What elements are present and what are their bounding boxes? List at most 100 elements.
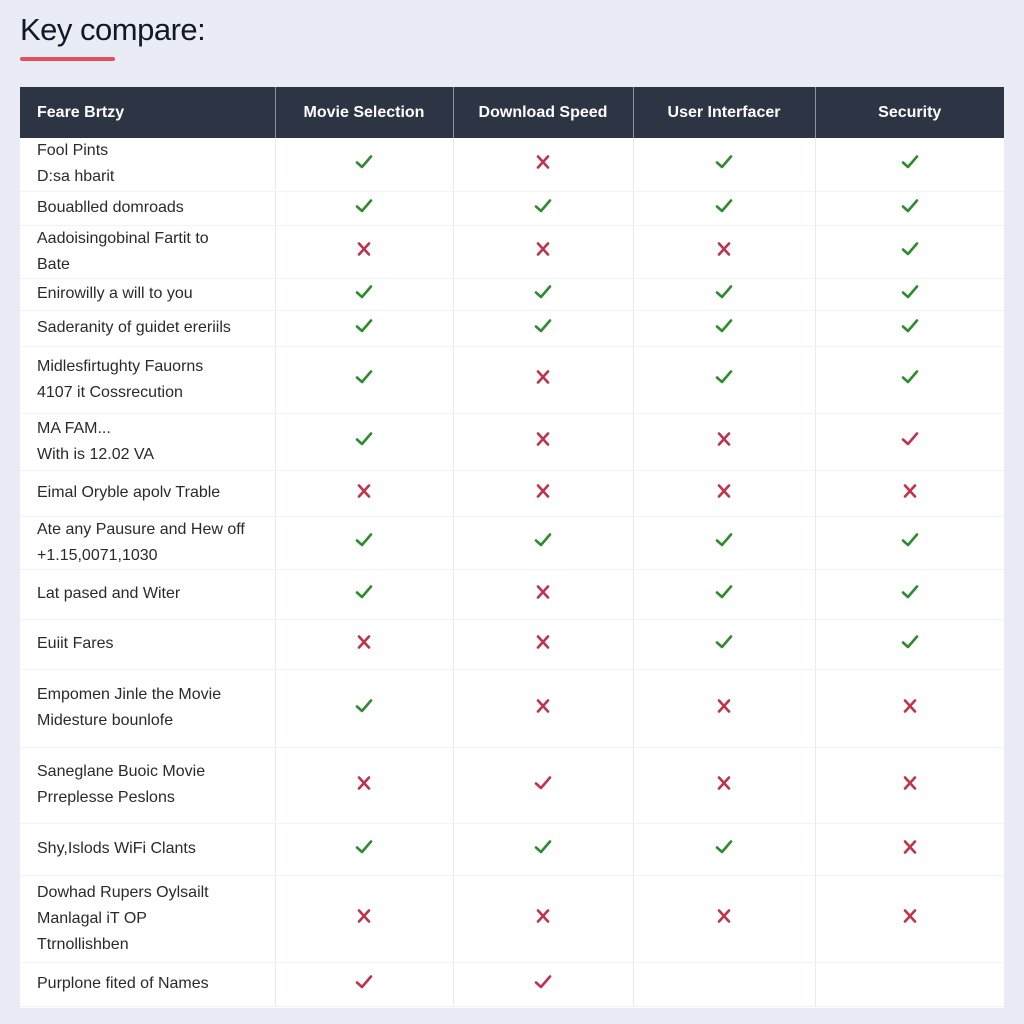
check-icon: [714, 837, 734, 857]
feature-cell: Saderanity of guidet ereriils: [20, 310, 276, 347]
cross-icon: [714, 773, 734, 793]
cell-security: [815, 191, 1004, 226]
cross-icon: [714, 696, 734, 716]
cross-icon: [533, 152, 553, 172]
check-icon: [533, 316, 553, 336]
cell-download-speed: [453, 823, 634, 876]
feature-cell: Midlesfirtughty Fauorns 4107 it Cossrecut…: [20, 346, 276, 414]
table-row: Lat pased and Witer: [20, 569, 1004, 620]
cross-icon: [533, 696, 553, 716]
check-icon: [900, 316, 920, 336]
cell-movie-selection: [275, 823, 454, 876]
cross-icon: [354, 239, 374, 259]
cell-security: [815, 669, 1004, 748]
feature-label: D:sa hbarit: [37, 168, 115, 186]
cell-download-speed: [453, 225, 634, 279]
cell-user-interface: [633, 669, 816, 748]
cell-user-interface: [633, 619, 816, 670]
check-icon: [714, 282, 734, 302]
cross-icon: [900, 773, 920, 793]
cell-user-interface: [633, 962, 816, 1007]
feature-cell: Dowhad Rupers Oylsailt Manlagal iT OP Ttrn…: [20, 875, 276, 963]
check-icon: [900, 530, 920, 550]
cell-download-speed: [453, 516, 634, 570]
cell-security: [815, 747, 1004, 824]
feature-label: Ate any Pausure and Hew off: [37, 520, 245, 538]
cross-icon: [900, 837, 920, 857]
check-icon: [533, 837, 553, 857]
check-icon: [354, 282, 374, 302]
feature-label: Aadoisingobinal Fartit to: [37, 229, 209, 247]
check-icon: [900, 582, 920, 602]
cross-icon: [533, 582, 553, 602]
cell-download-speed: [453, 747, 634, 824]
check-icon: [533, 196, 553, 216]
feature-label: Fool Pints: [37, 142, 109, 160]
cell-download-speed: [453, 310, 634, 347]
feature-cell: Lat pased and Witer: [20, 569, 276, 620]
cell-movie-selection: [275, 346, 454, 414]
feature-label: Dowhad Rupers Oylsailt: [37, 883, 209, 901]
table-row: Shy,Islods WiFi Clants: [20, 823, 1004, 876]
table-header: Feare Brtzy Movie Selection Download Spe…: [20, 87, 1004, 138]
feature-cell: Purplone fited of Names: [20, 962, 276, 1007]
cell-movie-selection: [275, 470, 454, 517]
check-icon: [900, 367, 920, 387]
table-row: Aadoisingobinal Fartit to Bate: [20, 225, 1004, 279]
column-header-security[interactable]: Security: [815, 87, 1004, 138]
feature-label: Bate: [37, 255, 70, 273]
check-icon: [354, 367, 374, 387]
column-header-feature[interactable]: Feare Brtzy: [20, 87, 276, 138]
column-header-user-interface[interactable]: User Interfacer: [633, 87, 816, 138]
feature-label: Prreplesse Peslons: [37, 789, 175, 806]
feature-cell: Ate any Pausure and Hew off +1.15,0071,10…: [20, 516, 276, 570]
cell-user-interface: [633, 470, 816, 517]
table-row: Dowhad Rupers Oylsailt Manlagal iT OP Ttrn…: [20, 875, 1004, 963]
table-row: Fool Pints D:sa hbarit: [20, 138, 1004, 192]
feature-label: Lat pased and Witer: [37, 585, 181, 602]
column-header-download-speed[interactable]: Download Speed: [453, 87, 634, 138]
feature-label: Midesture bounlofe: [37, 712, 174, 729]
cell-security: [815, 569, 1004, 620]
check-icon: [533, 773, 553, 793]
feature-label: Eimal Orуble apolv Trable: [37, 484, 221, 501]
header-row: Feare Brtzy Movie Selection Download Spe…: [20, 87, 1004, 138]
cell-movie-selection: [275, 875, 454, 963]
feature-label: Shy,Islods WiFi Clants: [37, 840, 196, 857]
cell-security: [815, 278, 1004, 311]
feature-cell: Enirowilly a will to you: [20, 278, 276, 311]
table-body: Fool Pints D:sa hbarit Bouablled domroads A…: [20, 138, 1004, 1007]
cell-download-speed: [453, 278, 634, 311]
check-icon: [900, 632, 920, 652]
check-icon: [533, 530, 553, 550]
column-header-movie-selection[interactable]: Movie Selection: [275, 87, 454, 138]
check-icon: [354, 429, 374, 449]
feature-label: Euiit Fares: [37, 635, 114, 652]
cell-security: [815, 516, 1004, 570]
cell-user-interface: [633, 310, 816, 347]
cell-download-speed: [453, 875, 634, 963]
cell-security: [815, 413, 1004, 471]
table-row: Ate any Pausure and Hew off +1.15,0071,10…: [20, 516, 1004, 570]
cross-icon: [900, 906, 920, 926]
table-row: Saneglane Buoic Movie Prreplesse Peslons: [20, 747, 1004, 824]
cell-download-speed: [453, 346, 634, 414]
cross-icon: [354, 481, 374, 501]
cross-icon: [533, 429, 553, 449]
cross-icon: [533, 632, 553, 652]
feature-cell: Fool Pints D:sa hbarit: [20, 138, 276, 192]
cell-user-interface: [633, 138, 816, 192]
comparison-table-container: Feare Brtzy Movie Selection Download Spe…: [20, 87, 1004, 1008]
cell-user-interface: [633, 278, 816, 311]
feature-cell: Empomen Jinle the Movie Midesture bounlof…: [20, 669, 276, 748]
feature-label: Enirowilly a will to you: [37, 285, 193, 302]
cross-icon: [714, 429, 734, 449]
cell-download-speed: [453, 669, 634, 748]
cell-security: [815, 962, 1004, 1007]
cell-movie-selection: [275, 278, 454, 311]
feature-cell: Saneglane Buoic Movie Prreplesse Peslons: [20, 747, 276, 824]
cross-icon: [354, 773, 374, 793]
feature-cell: Aadoisingobinal Fartit to Bate: [20, 225, 276, 279]
feature-label: Saderanity of guidet ereriils: [37, 319, 231, 336]
cell-security: [815, 875, 1004, 963]
